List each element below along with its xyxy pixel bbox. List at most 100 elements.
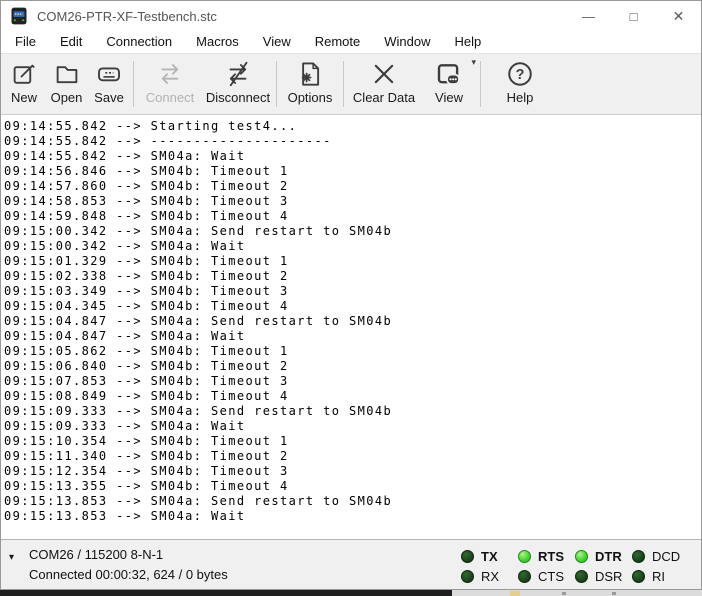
menu-view[interactable]: View [251, 31, 303, 53]
toolbar-separator [343, 61, 344, 107]
clear-data-button[interactable]: Clear Data [347, 54, 421, 114]
disconnect-button[interactable]: Disconnect [203, 54, 273, 114]
log-line: 09:15:04.847 --> SM04a: Wait [4, 329, 701, 344]
led-dtr: DTR [575, 546, 632, 566]
menu-macros[interactable]: Macros [184, 31, 251, 53]
led-label: RI [652, 569, 665, 584]
connect-button[interactable]: Connect [137, 54, 203, 114]
log-line: 09:15:03.349 --> SM04b: Timeout 3 [4, 284, 701, 299]
toolbar-separator [276, 61, 277, 107]
toolbar-separator [480, 61, 481, 107]
disconnect-arrows-icon [223, 59, 253, 89]
led-rts: RTS [518, 546, 575, 566]
disconnect-button-label: Disconnect [206, 90, 270, 105]
taskbar-sliver-light [452, 590, 702, 596]
menu-help[interactable]: Help [443, 31, 494, 53]
log-line: 09:14:55.842 --> --------------------- [4, 134, 701, 149]
new-button[interactable]: New [3, 54, 45, 114]
status-expander-icon[interactable]: ▾ [9, 552, 14, 563]
log-line: 09:15:09.333 --> SM04a: Wait [4, 419, 701, 434]
led-grid: TX RX RTS CTS DTR [461, 546, 689, 586]
save-button[interactable]: Save [88, 54, 130, 114]
app-icon [9, 6, 29, 26]
connect-button-label: Connect [146, 90, 194, 105]
log-line: 09:14:56.846 --> SM04b: Timeout 1 [4, 164, 701, 179]
new-document-icon [9, 59, 39, 89]
tx-led-icon [461, 550, 474, 563]
led-cts: CTS [518, 566, 575, 586]
menu-edit[interactable]: Edit [48, 31, 94, 53]
log-line: 09:15:04.345 --> SM04b: Timeout 4 [4, 299, 701, 314]
log-output[interactable]: 09:14:55.842 --> Starting test4...09:14:… [1, 115, 701, 539]
log-line: 09:14:59.848 --> SM04b: Timeout 4 [4, 209, 701, 224]
led-label: DTR [595, 549, 622, 564]
window-title: COM26-PTR-XF-Testbench.stc [37, 9, 566, 24]
app-window: COM26-PTR-XF-Testbench.stc — □ ✕ File Ed… [0, 0, 702, 590]
log-line: 09:15:04.847 --> SM04a: Send restart to … [4, 314, 701, 329]
view-button-label: View [435, 90, 463, 105]
save-drive-icon [94, 59, 124, 89]
dsr-led-icon [575, 570, 588, 583]
menu-window[interactable]: Window [372, 31, 442, 53]
led-label: TX [481, 549, 498, 564]
led-ri: RI [632, 566, 689, 586]
log-line: 09:15:13.853 --> SM04a: Wait [4, 509, 701, 524]
open-folder-icon [52, 59, 82, 89]
rts-led-icon [518, 550, 531, 563]
options-button[interactable]: Options [280, 54, 340, 114]
log-line: 09:14:57.860 --> SM04b: Timeout 2 [4, 179, 701, 194]
menu-remote[interactable]: Remote [303, 31, 373, 53]
led-label: RX [481, 569, 499, 584]
log-line: 09:15:13.853 --> SM04a: Send restart to … [4, 494, 701, 509]
minimize-button[interactable]: — [566, 1, 611, 31]
led-dcd: DCD [632, 546, 689, 566]
maximize-button[interactable]: □ [611, 1, 656, 31]
dtr-led-icon [575, 550, 588, 563]
menu-bar: File Edit Connection Macros View Remote … [1, 31, 701, 53]
menu-connection[interactable]: Connection [94, 31, 184, 53]
log-line: 09:15:08.849 --> SM04b: Timeout 4 [4, 389, 701, 404]
status-bar: ▾ COM26 / 115200 8-N-1 Connected 00:00:3… [1, 539, 701, 589]
led-tx: TX [461, 546, 518, 566]
taskbar-sliver-dark [0, 590, 452, 596]
taskbar-sliver-dot [562, 592, 566, 595]
help-button[interactable]: ? Help [496, 54, 544, 114]
view-button[interactable]: ▾ View [421, 54, 477, 114]
svg-text:?: ? [516, 67, 525, 83]
log-line: 09:15:00.342 --> SM04a: Wait [4, 239, 701, 254]
close-button[interactable]: ✕ [656, 1, 701, 31]
log-line: 09:14:55.842 --> Starting test4... [4, 119, 701, 134]
open-button[interactable]: Open [45, 54, 88, 114]
log-line: 09:15:11.340 --> SM04b: Timeout 2 [4, 449, 701, 464]
log-line: 09:15:00.342 --> SM04a: Send restart to … [4, 224, 701, 239]
taskbar-sliver-dot [612, 592, 616, 595]
led-dsr: DSR [575, 566, 632, 586]
save-button-label: Save [94, 90, 124, 105]
taskbar-sliver [0, 590, 702, 596]
status-connection-info: Connected 00:00:32, 624 / 0 bytes [29, 565, 228, 585]
new-button-label: New [11, 90, 37, 105]
led-rx: RX [461, 566, 518, 586]
connect-arrows-icon [155, 59, 185, 89]
menu-file[interactable]: File [3, 31, 48, 53]
help-question-icon: ? [505, 59, 535, 89]
title-bar[interactable]: COM26-PTR-XF-Testbench.stc — □ ✕ [1, 1, 701, 31]
dcd-led-icon [632, 550, 645, 563]
led-label: RTS [538, 549, 564, 564]
status-texts: COM26 / 115200 8-N-1 Connected 00:00:32,… [29, 545, 228, 585]
toolbar: New Open Save [1, 53, 701, 115]
log-line: 09:15:13.355 --> SM04b: Timeout 4 [4, 479, 701, 494]
rx-led-icon [461, 570, 474, 583]
log-line: 09:15:06.840 --> SM04b: Timeout 2 [4, 359, 701, 374]
help-button-label: Help [507, 90, 534, 105]
led-label: CTS [538, 569, 564, 584]
toolbar-separator [133, 61, 134, 107]
log-line: 09:15:09.333 --> SM04a: Send restart to … [4, 404, 701, 419]
open-button-label: Open [51, 90, 83, 105]
screen: COM26-PTR-XF-Testbench.stc — □ ✕ File Ed… [0, 0, 702, 596]
log-line: 09:15:07.853 --> SM04b: Timeout 3 [4, 374, 701, 389]
clear-data-button-label: Clear Data [353, 90, 415, 105]
ri-led-icon [632, 570, 645, 583]
led-label: DSR [595, 569, 622, 584]
taskbar-sliver-mark [510, 591, 520, 596]
